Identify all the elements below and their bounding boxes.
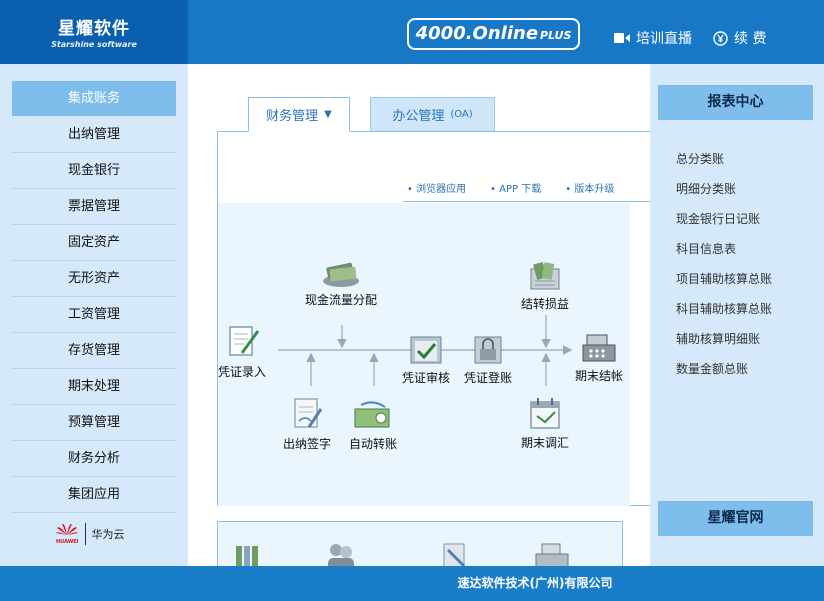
sidebar-item-inventory[interactable]: 存货管理: [12, 333, 176, 369]
huawei-cloud-partner[interactable]: HUAWEI 华为云: [56, 522, 125, 545]
voucher-audit-node[interactable]: 凭证审核: [402, 333, 450, 386]
sidebar-item-budget[interactable]: 预算管理: [12, 405, 176, 441]
yen-circle-icon: [713, 30, 728, 46]
report-item-quantity-amount-ledger[interactable]: 数量金额总账: [676, 354, 772, 384]
period-end-exchange-label: 期末调汇: [521, 436, 570, 450]
brand-logo[interactable]: 星耀软件 Starshine software: [0, 0, 188, 64]
report-item-cash-bank-journal[interactable]: 现金银行日记账: [676, 204, 772, 234]
cash-flow-allocation-node[interactable]: 现金流量分配: [305, 259, 377, 308]
huawei-flower-icon: [56, 523, 79, 535]
huawei-logo: HUAWEI: [56, 522, 79, 545]
voucher-posting-label: 凭证登账: [464, 371, 513, 385]
sidebar-item-bills[interactable]: 票据管理: [12, 189, 176, 225]
signature-pen-icon: [294, 398, 323, 428]
official-site-button[interactable]: 星耀官网: [658, 501, 813, 536]
product-badge: 4000.Online PLUS: [407, 18, 580, 50]
report-item-aux-detail-ledger[interactable]: 辅助核算明细账: [676, 324, 772, 354]
tools-document-icon: [443, 543, 466, 566]
check-transfer-icon: [354, 401, 390, 428]
profit-loss-carryover-label: 结转损益: [521, 297, 570, 311]
binders-icon: [236, 546, 258, 566]
sidebar-item-intangible-assets[interactable]: 无形资产: [12, 261, 176, 297]
huawei-cloud-label: 华为云: [91, 527, 125, 541]
sidebar-item-cashier[interactable]: 出纳管理: [12, 117, 176, 153]
report-item-account-aux-ledger[interactable]: 科目辅助核算总账: [676, 294, 772, 324]
left-sidebar: 集成账务 出纳管理 现金银行 票据管理 固定资产 无形资产 工资管理 存货管理 …: [0, 64, 188, 566]
main-content: 财务管理 ▼ 办公管理 (OA) • 浏览器应用 • APP 下载 • 版本升级: [188, 64, 653, 566]
cashier-sign-label: 出纳签字: [283, 437, 332, 451]
right-sidebar: 报表中心 总分类账 明细分类账 现金银行日记账 科目信息表 项目辅助核算总账 科…: [650, 64, 824, 566]
company-name: 速达软件技术(广州)有限公司: [457, 576, 613, 590]
finance-panel: • 浏览器应用 • APP 下载 • 版本升级 凭证录入 现金流量分配 出纳签字…: [217, 131, 653, 506]
profit-loss-carryover-node[interactable]: 结转损益: [521, 259, 569, 312]
training-live-label: 培训直播: [636, 31, 692, 47]
folder-check-icon: [410, 336, 442, 364]
voucher-audit-label: 凭证审核: [402, 371, 451, 385]
left-menu: 出纳管理 现金银行 票据管理 固定资产 无形资产 工资管理 存货管理 期末处理 …: [12, 117, 176, 513]
period-end-exchange-node[interactable]: 期末调汇: [521, 394, 569, 451]
left-sidebar-header[interactable]: 集成账务: [12, 81, 176, 116]
sidebar-item-group-apps[interactable]: 集团应用: [12, 477, 176, 513]
workflow-diagram: 凭证录入 现金流量分配 出纳签字 自动转账 凭证审核 凭证登账 结转损益 期末调…: [218, 203, 630, 506]
renew-label: 续 费: [734, 31, 767, 47]
report-item-general-ledger[interactable]: 总分类账: [676, 144, 772, 174]
cash-register-icon: [582, 334, 616, 362]
report-item-project-aux-ledger[interactable]: 项目辅助核算总账: [676, 264, 772, 294]
badge-main: 4000.Online: [415, 23, 539, 44]
chevron-down-icon: ▼: [324, 109, 332, 120]
ledger-stack-icon: [530, 261, 560, 290]
browser-app-link[interactable]: • 浏览器应用: [407, 180, 466, 201]
video-camera-icon: [614, 33, 630, 43]
voucher-entry-node[interactable]: 凭证录入: [218, 321, 266, 380]
badge-plus: PLUS: [540, 29, 572, 42]
sub-navigation: • 浏览器应用 • APP 下载 • 版本升级: [403, 180, 653, 202]
voucher-entry-icon: [229, 326, 260, 356]
padlock-ledger-icon: [474, 336, 502, 364]
footer-bar: 速达软件技术(广州)有限公司: [0, 566, 824, 601]
report-item-subsidiary-ledger[interactable]: 明细分类账: [676, 174, 772, 204]
tab-office[interactable]: 办公管理 (OA): [370, 97, 495, 132]
report-item-account-info[interactable]: 科目信息表: [676, 234, 772, 264]
auto-transfer-node[interactable]: 自动转账: [349, 401, 397, 452]
header-bar: 星耀软件 Starshine software 4000.Online PLUS …: [0, 0, 824, 64]
calendar-icon: [530, 398, 560, 429]
auto-transfer-label: 自动转账: [349, 437, 398, 451]
period-end-closing-node[interactable]: 期末结帐: [575, 329, 623, 384]
report-list: 总分类账 明细分类账 现金银行日记账 科目信息表 项目辅助核算总账 科目辅助核算…: [676, 144, 772, 384]
logo-subtitle: Starshine software: [51, 40, 137, 49]
partner-divider: [84, 522, 86, 545]
cash-flow-allocation-label: 现金流量分配: [305, 293, 378, 307]
tab-office-suffix: (OA): [450, 109, 473, 120]
sidebar-item-fixed-assets[interactable]: 固定资产: [12, 225, 176, 261]
tab-finance-label: 财务管理: [266, 109, 319, 124]
sidebar-item-cash-bank[interactable]: 现金银行: [12, 153, 176, 189]
version-upgrade-link[interactable]: • 版本升级: [565, 180, 614, 201]
sidebar-item-payroll[interactable]: 工资管理: [12, 297, 176, 333]
voucher-entry-label: 凭证录入: [218, 365, 267, 379]
voucher-posting-node[interactable]: 凭证登账: [464, 333, 512, 386]
tab-office-label: 办公管理: [392, 109, 445, 124]
logo-title: 星耀软件: [58, 19, 130, 39]
tab-finance[interactable]: 财务管理 ▼: [248, 97, 350, 132]
register-icon: [535, 543, 569, 566]
renew-link[interactable]: 续 费: [713, 28, 766, 48]
sidebar-item-period-end[interactable]: 期末处理: [12, 369, 176, 405]
report-center-header[interactable]: 报表中心: [658, 85, 813, 120]
training-live-link[interactable]: 培训直播: [614, 28, 692, 48]
cash-stack-icon: [323, 262, 359, 287]
period-end-closing-label: 期末结帐: [575, 369, 624, 383]
secondary-module-panel: [217, 521, 623, 566]
app-download-link[interactable]: • APP 下载: [490, 180, 541, 201]
huawei-logo-text: HUAWEI: [56, 539, 79, 545]
cashier-sign-node[interactable]: 出纳签字: [283, 395, 331, 452]
users-icon: [328, 544, 354, 566]
sidebar-item-financial-analysis[interactable]: 财务分析: [12, 441, 176, 477]
